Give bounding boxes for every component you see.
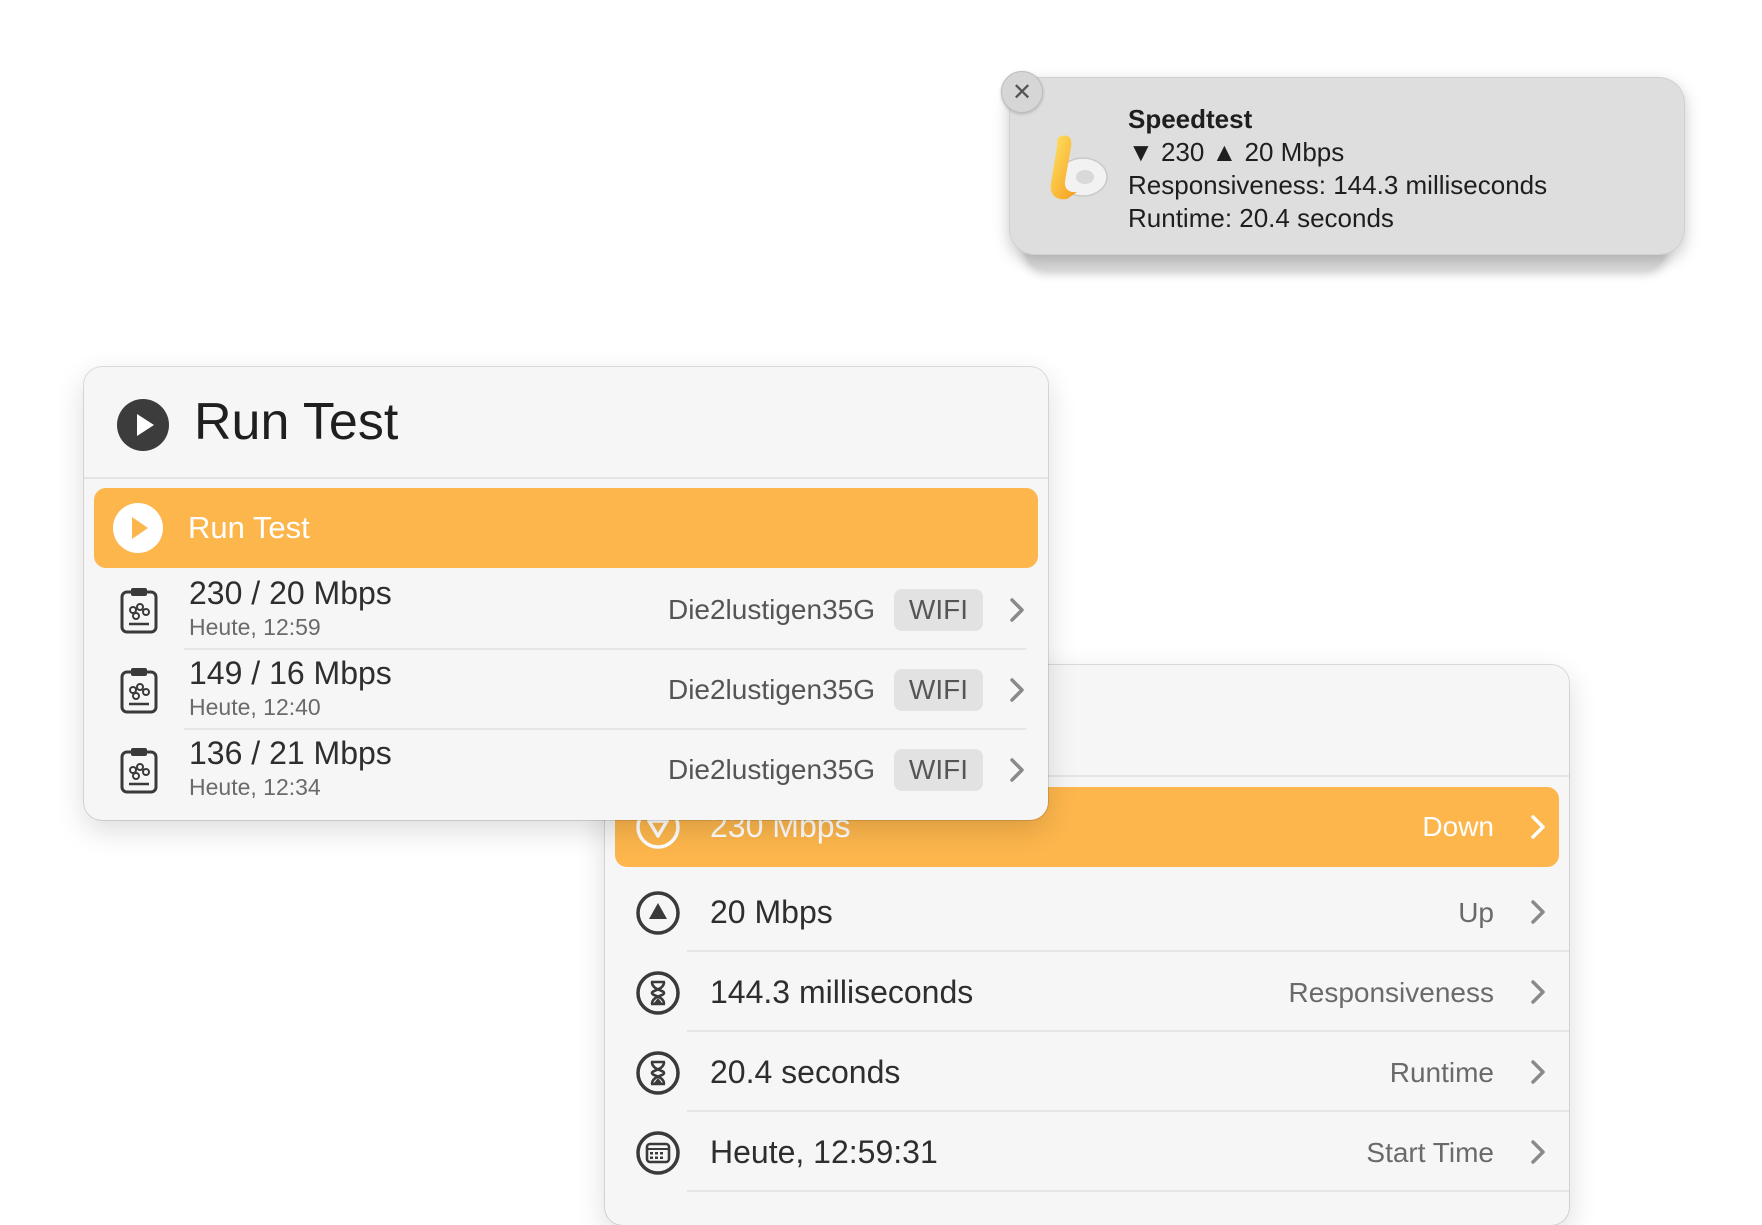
calendar-icon (635, 1130, 681, 1176)
history-network: Die2lustigen35G (667, 594, 875, 625)
run-test-panel: Run Test Run Test 230 / 20 Mbps Heute, 1… (84, 367, 1048, 820)
history-network: Die2lustigen35G (667, 674, 875, 705)
history-item[interactable]: 230 / 20 Mbps Heute, 12:59 Die2lustigen3… (84, 570, 1048, 650)
detail-label: Runtime (1389, 1057, 1494, 1088)
history-time: Heute, 12:59 (189, 614, 321, 640)
notification[interactable]: Speedtest ▼ 230 ▲ 20 Mbps Responsiveness… (1001, 71, 1691, 273)
chevron-right-icon (1010, 678, 1024, 702)
detail-label: Down (1422, 811, 1494, 842)
notification-title: Speedtest (1128, 104, 1253, 134)
history-time: Heute, 12:40 (189, 694, 321, 720)
clipboard-icon (118, 745, 160, 795)
history-network: Die2lustigen35G (667, 754, 875, 785)
run-test-label: Run Test (188, 510, 310, 545)
clipboard-icon (118, 665, 160, 715)
history-time: Heute, 12:34 (189, 774, 321, 800)
play-circle-icon (117, 399, 169, 451)
notification-responsiveness: Responsiveness: 144.3 milliseconds (1128, 170, 1548, 200)
notification-runtime: Runtime: 20.4 seconds (1128, 203, 1394, 233)
chevron-right-icon (1531, 815, 1545, 839)
close-icon: ✕ (1011, 78, 1033, 106)
detail-value: 20.4 seconds (710, 1054, 901, 1090)
detail-label: Up (1458, 897, 1494, 928)
chevron-right-icon (1010, 758, 1024, 782)
detail-label: Responsiveness (1288, 977, 1494, 1008)
notification-speeds: ▼ 230 ▲ 20 Mbps (1128, 137, 1345, 167)
detail-value: 20 Mbps (710, 894, 833, 930)
chevron-right-icon (1531, 1140, 1545, 1164)
run-test-header: Run Test (84, 367, 1048, 479)
detail-label: Start Time (1366, 1137, 1494, 1168)
hourglass-icon (635, 970, 681, 1016)
page-title: Run Test (194, 393, 399, 451)
hourglass-icon (635, 1050, 681, 1096)
connection-badge: WIFI (893, 669, 983, 711)
history-speeds: 136 / 21 Mbps (189, 735, 392, 771)
connection-badge: WIFI (893, 589, 983, 631)
connection-badge: WIFI (893, 749, 983, 791)
detail-value: Heute, 12:59:31 (710, 1134, 938, 1170)
history-speeds: 149 / 16 Mbps (189, 655, 392, 691)
clipboard-icon (118, 585, 160, 635)
chevron-right-icon (1531, 980, 1545, 1004)
detail-row-up[interactable]: 20 Mbps Up (605, 872, 1569, 952)
chevron-right-icon (1531, 900, 1545, 924)
notification-close-button[interactable]: ✕ (1001, 71, 1043, 113)
detail-value: 144.3 milliseconds (710, 974, 974, 1010)
detail-row-runtime[interactable]: 20.4 seconds Runtime (605, 1032, 1569, 1112)
speedtest-app-icon (1045, 129, 1111, 205)
chevron-right-icon (1010, 598, 1024, 622)
notification-banner[interactable]: Speedtest ▼ 230 ▲ 20 Mbps Responsiveness… (1009, 77, 1685, 255)
detail-row-responsiveness[interactable]: 144.3 milliseconds Responsiveness (605, 952, 1569, 1032)
chevron-right-icon (1531, 1060, 1545, 1084)
history-item[interactable]: 136 / 21 Mbps Heute, 12:34 Die2lustigen3… (84, 730, 1048, 810)
history-speeds: 230 / 20 Mbps (189, 575, 392, 611)
play-circle-icon (113, 503, 163, 553)
history-item[interactable]: 149 / 16 Mbps Heute, 12:40 Die2lustigen3… (84, 650, 1048, 730)
arrow-up-circle-icon (635, 890, 681, 936)
run-test-button[interactable]: Run Test (94, 488, 1038, 568)
detail-row-start-time[interactable]: Heute, 12:59:31 Start Time (605, 1112, 1569, 1192)
